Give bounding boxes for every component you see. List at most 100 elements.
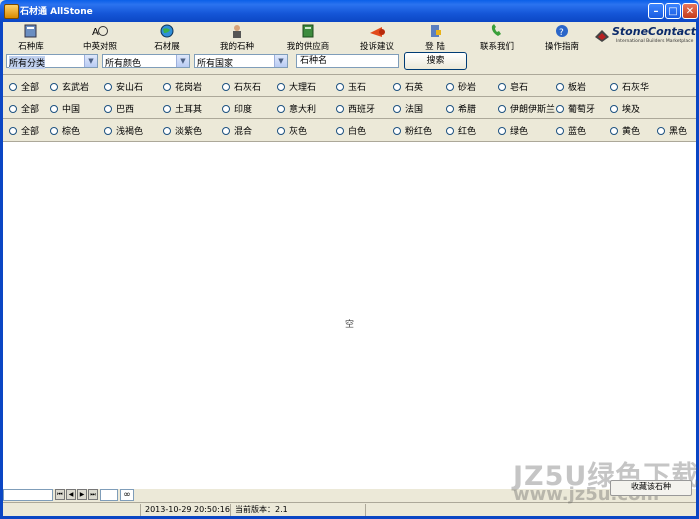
radio-label: 伊朗伊斯兰	[510, 105, 556, 115]
radio-countries-1[interactable]: 中国	[50, 102, 80, 115]
radio-countries-11[interactable]: 埃及	[610, 102, 640, 115]
radio-circle-icon	[610, 104, 618, 113]
radio-colors-6[interactable]: 白色	[336, 124, 366, 137]
radio-countries-7[interactable]: 法国	[393, 102, 423, 115]
radio-colors-7[interactable]: 粉红色	[393, 124, 432, 137]
toolbar-cn-en[interactable]: A 中英对照	[73, 22, 127, 52]
radio-countries-2[interactable]: 巴西	[104, 102, 134, 115]
radio-countries-3[interactable]: 土耳其	[163, 102, 202, 115]
radio-colors-11[interactable]: 黄色	[610, 124, 640, 137]
chevron-down-icon: ▼	[84, 55, 97, 67]
globe-icon	[160, 24, 174, 38]
radio-colors-10[interactable]: 蓝色	[556, 124, 586, 137]
radio-colors-8[interactable]: 红色	[446, 124, 476, 137]
radio-label: 印度	[234, 105, 253, 115]
radio-label: 中国	[62, 105, 81, 115]
page-input[interactable]	[100, 489, 118, 501]
radio-countries-10[interactable]: 葡萄牙	[556, 102, 595, 115]
close-button[interactable]: ✕	[682, 3, 698, 19]
radio-label: 全部	[21, 105, 40, 115]
radio-types-10[interactable]: 板岩	[556, 80, 586, 93]
radio-types-6[interactable]: 玉石	[336, 80, 366, 93]
radio-label: 粉红色	[405, 127, 433, 137]
toolbar-contact[interactable]: 联系我们	[473, 22, 521, 52]
main-toolbar: 石种库 A 中英对照 石材展 我的石种 我的供应商 投诉建议 登 陆 联系我们 …	[3, 22, 696, 52]
radio-types-5[interactable]: 大理石	[277, 80, 316, 93]
toolbar-feedback[interactable]: 投诉建议	[350, 22, 404, 52]
svg-text:?: ?	[559, 28, 564, 38]
toolbar-login[interactable]: 登 陆	[415, 22, 455, 52]
radio-label: 土耳其	[175, 105, 203, 115]
first-page-icon[interactable]: ⏮	[55, 489, 65, 500]
radio-types-8[interactable]: 砂岩	[446, 80, 476, 93]
country-radio-row: 全部 中国 巴西 土耳其 印度 意大利 西班牙 法国 希腊 伊朗伊斯兰 葡萄牙 埃及	[3, 96, 696, 118]
radio-types-11[interactable]: 石灰华	[610, 80, 649, 93]
radio-label: 大理石	[289, 83, 317, 93]
radio-colors-5[interactable]: 灰色	[277, 124, 307, 137]
radio-countries-8[interactable]: 希腊	[446, 102, 476, 115]
toolbar-my-suppliers[interactable]: 我的供应商	[278, 22, 338, 52]
radio-circle-icon	[277, 82, 285, 91]
toolbar-stone-library[interactable]: 石种库	[7, 22, 55, 52]
radio-circle-icon	[446, 104, 454, 113]
radio-label: 玄武岩	[62, 83, 90, 93]
radio-types-7[interactable]: 石英	[393, 80, 423, 93]
radio-colors-3[interactable]: 淡紫色	[163, 124, 202, 137]
maximize-button[interactable]: □	[665, 3, 681, 19]
radio-countries-4[interactable]: 印度	[222, 102, 252, 115]
radio-countries-6[interactable]: 西班牙	[336, 102, 375, 115]
status-version: 当前版本：2.1	[230, 504, 367, 516]
radio-label: 黑色	[669, 127, 688, 137]
radio-circle-icon	[104, 104, 112, 113]
country-select[interactable]: 所有国家 ▼	[194, 54, 288, 69]
svg-text:A: A	[92, 27, 99, 38]
stone-name-input[interactable]: 石种名	[296, 54, 399, 68]
radio-types-3[interactable]: 花岗岩	[163, 80, 202, 93]
app-icon	[4, 4, 19, 19]
radio-countries-0[interactable]: 全部	[9, 102, 39, 115]
color-select[interactable]: 所有颜色 ▼	[102, 54, 190, 69]
toolbar-guide[interactable]: ? 操作指南	[538, 22, 586, 52]
login-icon	[431, 25, 441, 37]
radio-circle-icon	[9, 104, 17, 113]
radio-circle-icon	[446, 82, 454, 91]
favorite-button[interactable]: 收藏该石种	[610, 480, 692, 496]
next-page-icon[interactable]: ▶	[77, 489, 87, 500]
last-page-icon[interactable]: ⏭	[88, 489, 98, 500]
radio-colors-4[interactable]: 混合	[222, 124, 252, 137]
window-title: 石材通 AllStone	[20, 7, 93, 17]
radio-circle-icon	[50, 126, 58, 135]
toolbar-stone-expo[interactable]: 石材展	[143, 22, 191, 52]
megaphone-icon	[370, 27, 385, 37]
prev-page-icon[interactable]: ◀	[66, 489, 76, 500]
radio-types-9[interactable]: 皂石	[498, 80, 528, 93]
category-select[interactable]: 所有分类 ▼	[6, 54, 98, 69]
radio-types-2[interactable]: 安山石	[104, 80, 143, 93]
radio-circle-icon	[104, 126, 112, 135]
radio-label: 希腊	[458, 105, 477, 115]
chevron-down-icon: ▼	[176, 55, 189, 67]
radio-circle-icon	[393, 82, 401, 91]
radio-colors-9[interactable]: 绿色	[498, 124, 528, 137]
radio-types-1[interactable]: 玄武岩	[50, 80, 89, 93]
radio-colors-2[interactable]: 浅褐色	[104, 124, 143, 137]
radio-label: 石英	[405, 83, 424, 93]
radio-countries-9[interactable]: 伊朗伊斯兰	[498, 102, 555, 115]
radio-label: 砂岩	[458, 83, 477, 93]
radio-circle-icon	[498, 126, 506, 135]
radio-countries-5[interactable]: 意大利	[277, 102, 316, 115]
stonecontact-logo[interactable]: StoneContact International Builders Mark…	[594, 25, 696, 49]
search-button[interactable]: 搜索	[404, 52, 467, 70]
toolbar-my-stones[interactable]: 我的石种	[211, 22, 263, 52]
radio-circle-icon	[50, 82, 58, 91]
minimize-button[interactable]: –	[648, 3, 664, 19]
radio-types-4[interactable]: 石灰石	[222, 80, 261, 93]
radio-colors-12[interactable]: 黑色	[657, 124, 687, 137]
radio-circle-icon	[556, 126, 564, 135]
radio-colors-0[interactable]: 全部	[9, 124, 39, 137]
radio-types-0[interactable]: 全部	[9, 80, 39, 93]
radio-circle-icon	[336, 126, 344, 135]
radio-label: 浅褐色	[116, 127, 144, 137]
radio-colors-1[interactable]: 棕色	[50, 124, 80, 137]
radio-circle-icon	[336, 104, 344, 113]
